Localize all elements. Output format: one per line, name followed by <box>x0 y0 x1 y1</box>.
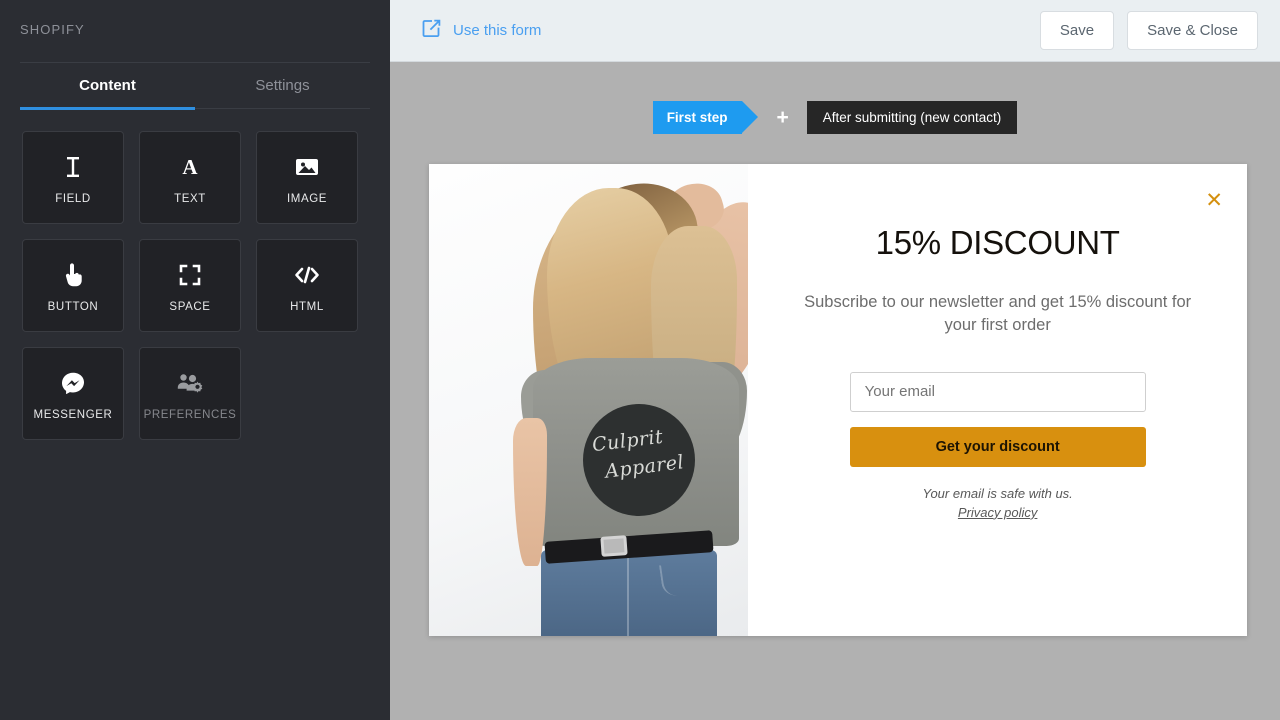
topbar: Use this form Save Save & Close <box>390 0 1280 62</box>
palette-tile-messenger[interactable]: MESSENGER <box>22 347 124 440</box>
step-after-submitting-label: After submitting (new contact) <box>822 110 1002 125</box>
popup-subline: Subscribe to our newsletter and get 15% … <box>804 293 1192 335</box>
tab-content-label: Content <box>79 77 136 94</box>
photo-left-arm <box>513 418 547 566</box>
email-safety-note: Your email is safe with us. <box>922 485 1073 501</box>
popup-content: ✕ 15% DISCOUNT Subscribe to our newslett… <box>748 164 1247 636</box>
close-x-icon[interactable]: ✕ <box>1205 190 1223 211</box>
palette-tile-image-label: IMAGE <box>286 193 328 205</box>
form-editor-app: SHOPIFY Content Settings FIELD A TEXT IM… <box>0 0 1280 720</box>
form-canvas: First step + After submitting (new conta… <box>390 62 1280 720</box>
palette-tile-space[interactable]: SPACE <box>139 239 241 332</box>
palette-tile-html-label: HTML <box>290 301 324 313</box>
popup-photo[interactable]: Culprit Apparel <box>429 164 749 636</box>
palette-tile-space-label: SPACE <box>169 301 211 313</box>
photo-jeans-pocket <box>659 558 711 598</box>
svg-text:A: A <box>182 155 198 179</box>
save-and-close-button[interactable]: Save & Close <box>1127 11 1258 50</box>
palette-tile-image[interactable]: IMAGE <box>256 131 358 224</box>
content-block-palette: FIELD A TEXT IMAGE BUTTON SPACE HTML MES… <box>0 109 390 440</box>
external-link-icon <box>422 19 441 42</box>
tab-content[interactable]: Content <box>20 63 195 110</box>
palette-tile-button[interactable]: BUTTON <box>22 239 124 332</box>
tab-settings[interactable]: Settings <box>195 63 370 108</box>
palette-tile-field-label: FIELD <box>55 193 91 205</box>
palette-tile-field[interactable]: FIELD <box>22 131 124 224</box>
privacy-policy-link[interactable]: Privacy policy <box>958 505 1037 520</box>
editor-pane: Use this form Save Save & Close First st… <box>390 0 1280 720</box>
palette-tile-text-label: TEXT <box>174 193 206 205</box>
brand-label: SHOPIFY <box>20 22 85 37</box>
sidebar-tabs: Content Settings <box>20 62 370 110</box>
people-gear-icon <box>177 366 203 400</box>
palette-tile-html[interactable]: HTML <box>256 239 358 332</box>
tab-settings-label: Settings <box>255 77 310 94</box>
popup-headline: 15% DISCOUNT <box>875 224 1120 261</box>
use-this-form-link[interactable]: Use this form <box>422 19 541 42</box>
palette-tile-preferences: PREFERENCES <box>139 347 241 440</box>
pointer-hand-icon <box>63 258 83 292</box>
add-step-button[interactable]: + <box>776 107 788 128</box>
step-after-submitting[interactable]: After submitting (new contact) <box>806 101 1018 134</box>
palette-tile-preferences-label: PREFERENCES <box>143 409 237 421</box>
palette-tile-messenger-label: MESSENGER <box>33 409 113 421</box>
messenger-bubble-icon <box>62 366 84 400</box>
photo-belt-buckle <box>600 535 628 557</box>
use-this-form-label: Use this form <box>453 22 542 39</box>
image-icon <box>295 150 319 184</box>
form-popup-preview: Culprit Apparel ✕ 15% DISCOUNT Subscribe… <box>429 164 1247 636</box>
sidebar: SHOPIFY Content Settings FIELD A TEXT IM… <box>0 0 390 720</box>
text-cursor-icon <box>63 150 83 184</box>
photo-jeans-seam <box>627 554 629 636</box>
expand-corners-icon <box>179 258 201 292</box>
step-navigation: First step + After submitting (new conta… <box>390 62 1280 134</box>
step-first[interactable]: First step <box>652 101 759 134</box>
palette-tile-text[interactable]: A TEXT <box>139 131 241 224</box>
email-input[interactable] <box>849 371 1146 412</box>
topbar-actions: Save Save & Close <box>1039 11 1258 50</box>
step-first-label: First step <box>666 110 728 125</box>
code-brackets-icon <box>294 258 320 292</box>
get-discount-button[interactable]: Get your discount <box>849 426 1146 467</box>
palette-tile-button-label: BUTTON <box>47 301 99 313</box>
save-button[interactable]: Save <box>1039 11 1115 50</box>
letter-a-icon: A <box>179 150 201 184</box>
